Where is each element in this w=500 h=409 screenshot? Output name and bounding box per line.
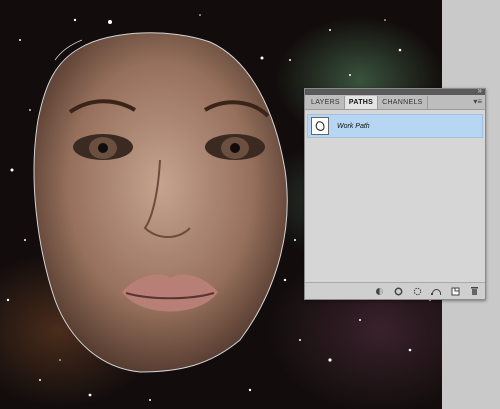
panel-menu-icon[interactable]: ▾≡ bbox=[473, 97, 482, 106]
path-name: Work Path bbox=[337, 122, 370, 130]
stroke-path-icon[interactable] bbox=[393, 286, 403, 296]
panel-tabs: LAYERS PATHS CHANNELS ▾≡ bbox=[305, 95, 485, 110]
path-row-work-path[interactable]: Work Path bbox=[307, 114, 483, 138]
new-path-icon[interactable] bbox=[450, 286, 460, 296]
delete-path-icon[interactable] bbox=[469, 286, 479, 296]
tab-channels[interactable]: CHANNELS bbox=[378, 96, 428, 109]
panel-footer bbox=[305, 282, 485, 299]
collapse-icon[interactable]: » bbox=[478, 87, 482, 95]
fill-path-icon[interactable] bbox=[374, 286, 384, 296]
tab-paths[interactable]: PATHS bbox=[344, 96, 379, 109]
path-shape-icon bbox=[315, 121, 325, 131]
tab-layers[interactable]: LAYERS bbox=[307, 96, 345, 109]
load-selection-icon[interactable] bbox=[412, 286, 422, 296]
paths-list-empty-area[interactable] bbox=[307, 141, 483, 281]
make-work-path-icon[interactable] bbox=[431, 286, 441, 296]
face-selection-path bbox=[33, 32, 288, 373]
paths-panel: » LAYERS PATHS CHANNELS ▾≡ Work Path bbox=[304, 87, 486, 300]
path-thumbnail bbox=[311, 117, 329, 135]
